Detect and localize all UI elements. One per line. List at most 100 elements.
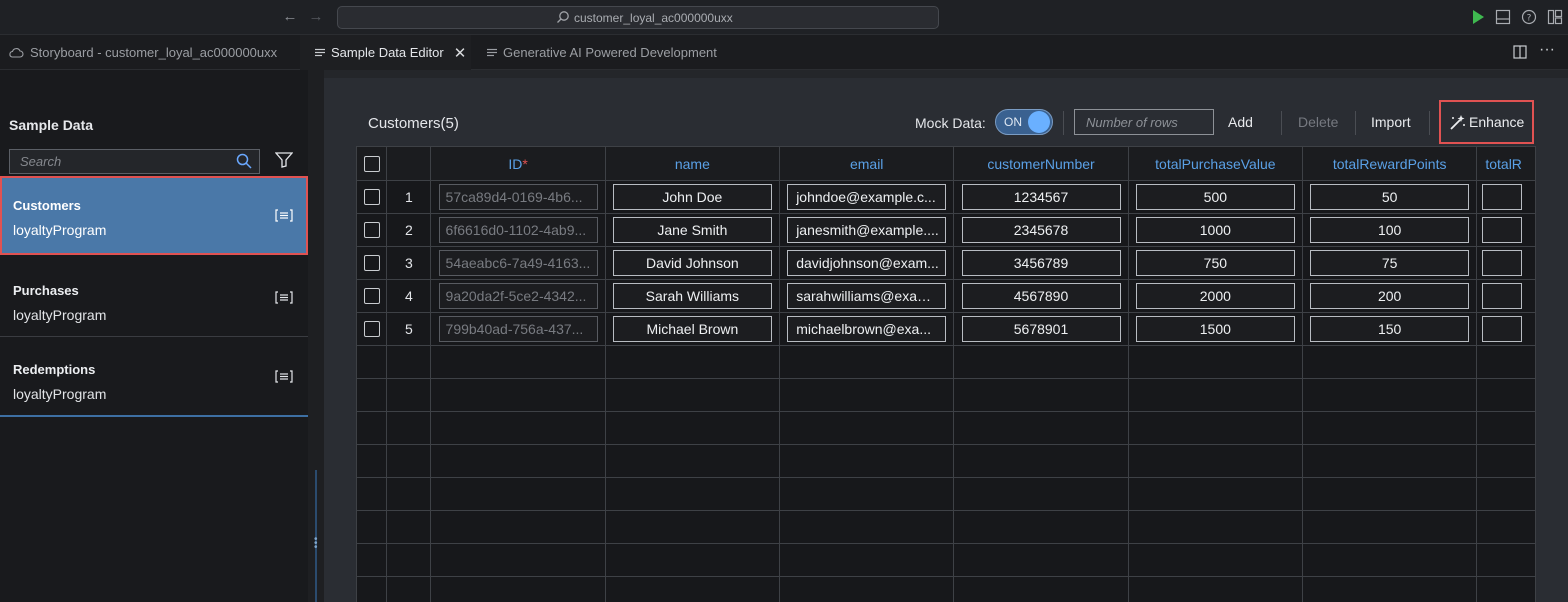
name-field[interactable]: Sarah Williams (612, 283, 772, 309)
search-icon[interactable] (236, 153, 252, 169)
layout-icon[interactable] (1495, 9, 1511, 25)
help-icon[interactable]: ? (1521, 9, 1537, 25)
truncated-field[interactable] (1482, 250, 1523, 276)
customerNumber-field[interactable]: 2345678 (961, 217, 1121, 243)
number-of-rows-input[interactable]: Number of rows (1074, 109, 1214, 135)
drag-handle-icon[interactable]: • • • (314, 535, 318, 553)
close-icon[interactable]: ✕ (454, 44, 467, 62)
id-field[interactable]: 54aeabc6-7a49-4163... (438, 250, 598, 276)
id-field[interactable]: 57ca89d4-0169-4b6... (438, 184, 598, 210)
column-header-total-purchase-value[interactable]: totalPurchaseValue (1127, 146, 1304, 181)
email-field[interactable]: janesmith@example.... (787, 217, 947, 243)
column-header-truncated[interactable]: totalR (1476, 146, 1536, 181)
command-search-box[interactable]: customer_loyal_ac000000uxx (337, 6, 939, 29)
totalRewardPoints-field[interactable]: 150 (1310, 316, 1470, 342)
list-icon[interactable] (275, 209, 293, 222)
panel-splitter[interactable]: • • • (308, 70, 324, 602)
list-icon[interactable] (275, 370, 293, 383)
empty-cell (953, 345, 1129, 379)
id-field[interactable]: 799b40ad-756a-437... (438, 316, 598, 342)
name-field[interactable]: Jane Smith (612, 217, 772, 243)
customerNumber-field[interactable]: 1234567 (961, 184, 1121, 210)
totalPurchaseValue-field[interactable]: 1500 (1135, 316, 1295, 342)
row-checkbox[interactable] (363, 255, 380, 272)
totalRewardPoints-field[interactable]: 75 (1310, 250, 1470, 276)
column-header-customer-number[interactable]: customerNumber (953, 146, 1129, 181)
split-editor-icon[interactable] (1513, 45, 1527, 59)
run-icon[interactable] (1470, 9, 1486, 25)
empty-cell (604, 378, 781, 412)
totalRewardPoints-field[interactable]: 200 (1310, 283, 1470, 309)
empty-cell (1476, 345, 1536, 379)
row-checkbox[interactable] (363, 321, 380, 338)
list-icon[interactable] (275, 291, 293, 304)
entity-search-input[interactable]: Search (9, 149, 260, 174)
truncated-field[interactable] (1482, 184, 1523, 210)
tab-generative-ai[interactable]: Generative AI Powered Development (471, 35, 741, 70)
row-checkbox[interactable] (363, 222, 380, 239)
totalRewardPoints-field[interactable]: 100 (1310, 217, 1470, 243)
table-row: 5 799b40ad-756a-437... Michael Brown michae… (356, 312, 1536, 346)
totalPurchaseValue-field[interactable]: 750 (1135, 250, 1295, 276)
empty-cell (430, 345, 606, 379)
column-header-name[interactable]: name (604, 146, 781, 181)
email-field[interactable]: michaelbrown@exa... (787, 316, 947, 342)
empty-cell (1302, 345, 1478, 379)
sidebar-item-redemptions[interactable]: Redemptions loyaltyProgram (0, 337, 308, 416)
empty-row (356, 411, 1536, 445)
name-field[interactable]: Michael Brown (612, 316, 772, 342)
empty-cell (1302, 510, 1478, 544)
mock-data-label: Mock Data: (915, 115, 986, 131)
empty-cell (779, 576, 955, 602)
column-header-total-reward-points[interactable]: totalRewardPoints (1302, 146, 1478, 181)
email-field[interactable]: davidjohnson@exam... (787, 250, 947, 276)
email-field[interactable]: sarahwilliams@exam... (787, 283, 947, 309)
email-field[interactable]: johndoe@example.c... (787, 184, 947, 210)
id-field[interactable]: 9a20da2f-5ce2-4342... (438, 283, 598, 309)
row-checkbox[interactable] (363, 288, 380, 305)
enhance-button[interactable]: Enhance (1439, 100, 1534, 144)
empty-cell (356, 444, 388, 478)
add-button[interactable]: Add (1228, 114, 1253, 130)
delete-button[interactable]: Delete (1298, 114, 1338, 130)
totalPurchaseValue-field[interactable]: 500 (1135, 184, 1295, 210)
empty-cell (953, 411, 1129, 445)
truncated-field[interactable] (1482, 316, 1523, 342)
cell-email: johndoe@example.c... (779, 180, 955, 214)
totalPurchaseValue-field[interactable]: 2000 (1135, 283, 1295, 309)
totalRewardPoints-field[interactable]: 50 (1310, 184, 1470, 210)
filter-icon[interactable] (275, 152, 293, 168)
empty-cell (953, 576, 1129, 602)
empty-cell (779, 543, 955, 577)
mock-data-toggle[interactable]: ON (995, 109, 1053, 135)
name-field[interactable]: John Doe (612, 184, 772, 210)
empty-cell (779, 378, 955, 412)
panels-icon[interactable] (1547, 9, 1563, 25)
truncated-field[interactable] (1482, 283, 1523, 309)
sidebar-item-customers[interactable]: Customers loyaltyProgram (0, 176, 308, 255)
empty-cell (386, 378, 432, 412)
customerNumber-field[interactable]: 5678901 (961, 316, 1121, 342)
forward-arrow-icon[interactable]: → (308, 9, 324, 25)
column-header-id[interactable]: ID* (430, 146, 606, 181)
empty-cell (1127, 444, 1304, 478)
name-field[interactable]: David Johnson (612, 250, 772, 276)
truncated-field[interactable] (1482, 217, 1523, 243)
customerNumber-field[interactable]: 4567890 (961, 283, 1121, 309)
sidebar-item-purchases[interactable]: Purchases loyaltyProgram (0, 258, 308, 337)
divider (0, 415, 308, 417)
customerNumber-field[interactable]: 3456789 (961, 250, 1121, 276)
empty-cell (779, 411, 955, 445)
totalPurchaseValue-field[interactable]: 1000 (1135, 217, 1295, 243)
import-button[interactable]: Import (1371, 114, 1411, 130)
column-header-email[interactable]: email (779, 146, 955, 181)
row-checkbox[interactable] (363, 189, 380, 206)
id-field[interactable]: 6f6616d0-1102-4ab9... (438, 217, 598, 243)
entity-service: loyaltyProgram (13, 307, 107, 323)
select-all-checkbox[interactable] (363, 156, 380, 173)
tab-sample-data-editor[interactable]: Sample Data Editor ✕ (300, 35, 471, 70)
tab-storyboard[interactable]: Storyboard - customer_loyal_ac000000uxx (0, 35, 300, 70)
more-actions-icon[interactable]: ··· (1539, 41, 1555, 59)
back-arrow-icon[interactable]: ← (282, 9, 298, 25)
sample-data-editor: Customers(5) Mock Data: ON Number of row… (324, 70, 1568, 602)
